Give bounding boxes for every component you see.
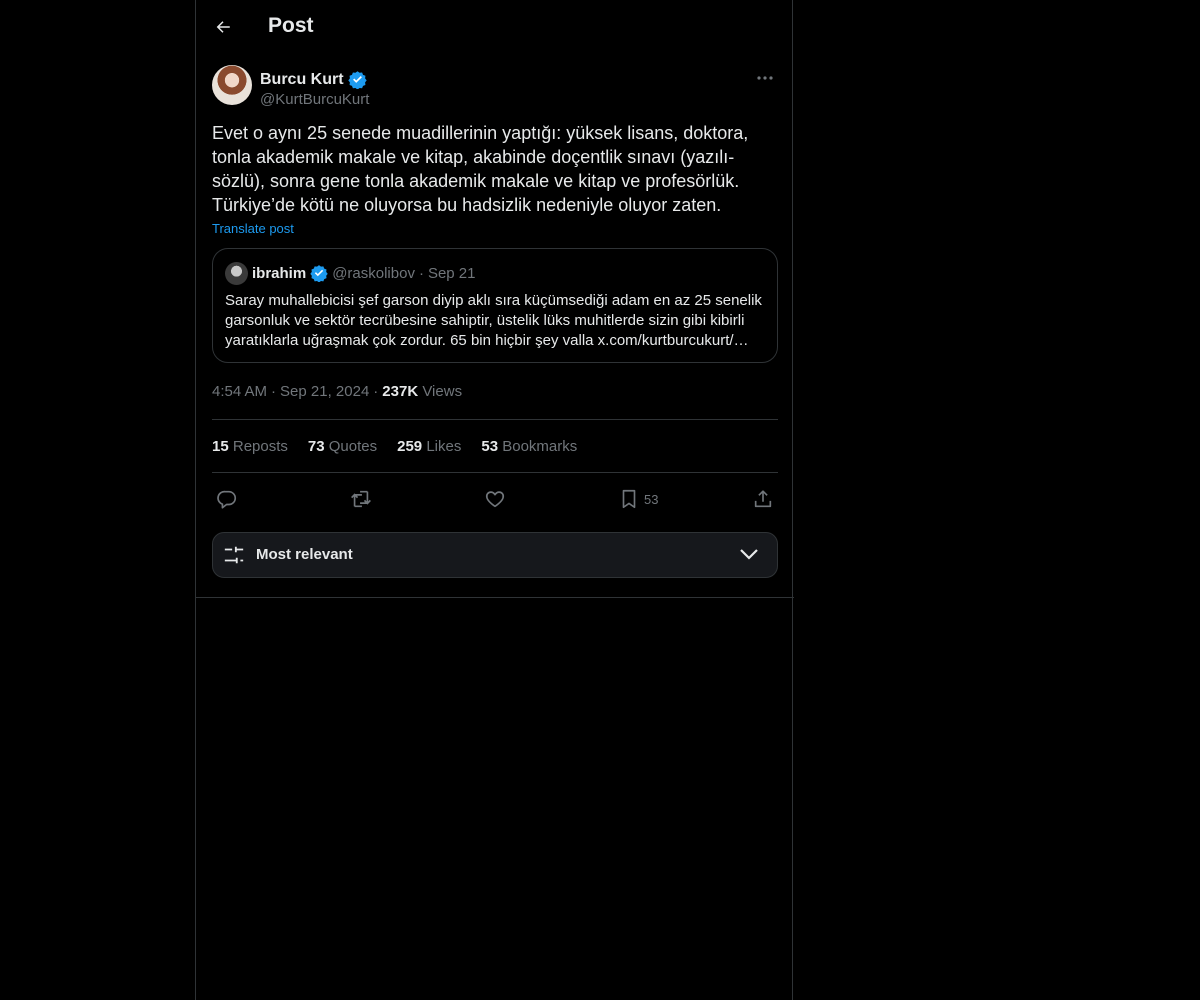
bookmarks-label: Bookmarks xyxy=(502,437,578,455)
likes-stat[interactable]: 259 Likes xyxy=(397,438,461,455)
page-header: Post xyxy=(196,0,792,55)
repost-button[interactable] xyxy=(349,484,373,514)
avatar[interactable] xyxy=(212,65,252,105)
back-button[interactable] xyxy=(210,14,236,40)
separator-dot: · xyxy=(373,383,379,400)
divider xyxy=(196,597,794,598)
likes-label: Likes xyxy=(426,437,462,455)
quoted-text: Saray muhallebicisi şef garson diyip akl… xyxy=(225,292,762,349)
post-time[interactable]: 4:54 AM xyxy=(212,383,267,400)
quoted-author-handle: @raskolibov xyxy=(332,264,415,282)
divider xyxy=(212,472,778,473)
reposts-label: Reposts xyxy=(232,437,288,455)
share-icon xyxy=(754,490,772,508)
verified-badge-icon xyxy=(347,71,367,89)
author-name-row[interactable]: Burcu Kurt xyxy=(260,70,367,89)
quoted-post-header: ibrahim @raskolibov · Sep 21 xyxy=(225,261,765,285)
quoted-post[interactable]: ibrahim @raskolibov · Sep 21 Saray muhal… xyxy=(212,248,778,363)
arrow-left-icon xyxy=(216,21,230,33)
quoted-date: Sep 21 xyxy=(427,264,476,282)
quotes-stat[interactable]: 73 Quotes xyxy=(308,438,377,455)
like-button[interactable] xyxy=(484,484,506,514)
quotes-count: 73 xyxy=(307,437,325,455)
reposts-count: 15 xyxy=(212,437,229,455)
bookmark-icon xyxy=(622,489,636,509)
post-text: Evet o aynı 25 senede muadillerinin yapt… xyxy=(212,123,749,215)
reposts-stat[interactable]: 15 Reposts xyxy=(212,438,288,455)
engagement-stats: 15 Reposts 73 Quotes 259 Likes 53 Bookma… xyxy=(212,420,776,472)
quotes-label: Quotes xyxy=(328,437,378,455)
bookmark-count: 53 xyxy=(644,491,659,507)
main-column: Post Burcu Kurt @KurtBurcuKurt Evet o ay… xyxy=(195,0,794,1000)
quoted-avatar xyxy=(225,261,248,285)
share-button[interactable] xyxy=(752,484,774,514)
heart-icon xyxy=(485,491,505,508)
author-handle[interactable]: @KurtBurcuKurt xyxy=(260,91,369,108)
bookmarks-stat[interactable]: 53 Bookmarks xyxy=(481,438,577,455)
reply-button[interactable] xyxy=(216,484,238,514)
likes-count: 259 xyxy=(397,437,423,455)
author-name[interactable]: Burcu Kurt xyxy=(260,71,344,89)
more-horizontal-icon xyxy=(757,76,773,80)
verified-badge-icon xyxy=(310,265,328,282)
reply-icon xyxy=(217,490,237,509)
views-count: 237K xyxy=(382,383,419,400)
page-title: Post xyxy=(268,14,314,37)
quoted-author-name: ibrahim xyxy=(252,264,307,282)
separator-dot: · xyxy=(271,383,277,400)
post: Burcu Kurt @KurtBurcuKurt Evet o aynı 25… xyxy=(196,65,792,578)
author-row: Burcu Kurt @KurtBurcuKurt xyxy=(212,65,776,115)
chevron-down-icon xyxy=(740,549,758,560)
filter-sliders-icon xyxy=(224,546,244,564)
action-bar: 53 xyxy=(212,476,778,522)
views-label: Views xyxy=(422,383,463,400)
reply-sort-dropdown[interactable]: Most relevant xyxy=(212,532,778,578)
translate-post-link[interactable]: Translate post xyxy=(212,221,294,236)
post-meta: 4:54 AM · Sep 21, 2024 · 237K Views xyxy=(212,383,776,403)
post-date[interactable]: Sep 21, 2024 xyxy=(280,383,369,400)
bookmarks-count: 53 xyxy=(481,437,499,455)
sort-label: Most relevant xyxy=(256,546,353,563)
repost-icon xyxy=(351,490,371,508)
more-button[interactable] xyxy=(754,71,776,85)
bookmark-button[interactable]: 53 xyxy=(618,484,658,514)
separator-dot: · xyxy=(418,264,424,282)
